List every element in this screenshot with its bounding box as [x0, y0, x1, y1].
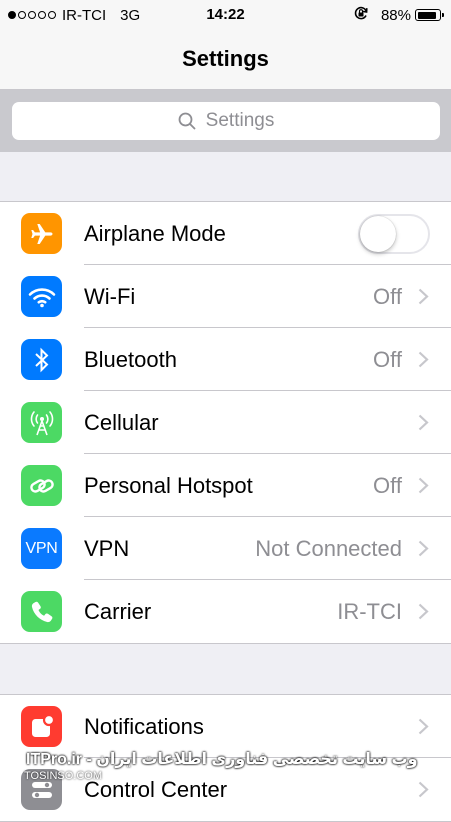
chevron-right-icon — [418, 718, 429, 735]
battery-fill — [417, 11, 436, 19]
row-wifi[interactable]: Wi-Fi Off — [0, 265, 451, 328]
page-title: Settings — [182, 46, 269, 71]
watermark: ITPro.ir - وب سایت تخصصی فناوری اطلاعات … — [26, 751, 418, 768]
bluetooth-label: Bluetooth — [84, 346, 177, 372]
notifications-label: Notifications — [84, 713, 204, 739]
airplane-icon — [21, 213, 62, 254]
search-input[interactable]: Settings — [12, 102, 440, 140]
personal-hotspot-status: Off — [373, 472, 402, 498]
row-bluetooth[interactable]: Bluetooth Off — [0, 328, 451, 391]
row-vpn[interactable]: VPN VPN Not Connected — [0, 517, 451, 580]
chevron-right-icon — [418, 288, 429, 305]
status-bar: IR-TCI 3G 14:22 88% — [0, 0, 451, 30]
phone-icon — [21, 591, 62, 632]
row-carrier[interactable]: Carrier IR-TCI — [0, 580, 451, 643]
battery-percent: 88% — [380, 6, 411, 24]
search-icon — [178, 112, 196, 130]
carrier-value: IR-TCI — [337, 598, 402, 624]
cellular-label: Cellular — [84, 409, 159, 435]
row-personal-hotspot[interactable]: Personal Hotspot Off — [0, 454, 451, 517]
vpn-label: VPN — [84, 535, 130, 561]
bluetooth-icon — [21, 339, 62, 380]
chevron-right-icon — [418, 781, 429, 798]
navigation-bar: Settings — [0, 30, 451, 90]
wifi-status: Off — [373, 283, 402, 309]
carrier-label: Carrier — [84, 598, 152, 624]
toggle-knob — [360, 216, 396, 252]
airplane-mode-toggle[interactable] — [358, 214, 430, 254]
chevron-right-icon — [418, 414, 429, 431]
hotspot-chain-icon — [21, 465, 62, 506]
cellular-antenna-icon — [21, 402, 62, 443]
chevron-right-icon — [418, 540, 429, 557]
connectivity-group: Airplane Mode Wi-Fi Off Bluetooth Off Ce… — [0, 201, 451, 644]
personal-hotspot-label: Personal Hotspot — [84, 472, 253, 498]
vpn-status: Not Connected — [255, 535, 402, 561]
search-area: Settings — [0, 90, 451, 152]
wifi-label: Wi-Fi — [84, 283, 136, 309]
chevron-right-icon — [418, 477, 429, 494]
control-center-label: Control Center — [84, 776, 228, 802]
status-right: 88% — [353, 5, 444, 25]
row-airplane-mode: Airplane Mode — [0, 202, 451, 265]
chevron-right-icon — [418, 351, 429, 368]
vpn-icon: VPN — [21, 528, 62, 569]
chevron-right-icon — [418, 603, 429, 620]
battery-icon — [415, 9, 444, 21]
row-cellular[interactable]: Cellular — [0, 391, 451, 454]
airplane-mode-label: Airplane Mode — [84, 220, 226, 246]
wifi-icon — [21, 276, 62, 317]
rotation-lock-icon — [353, 5, 369, 25]
bluetooth-status: Off — [373, 346, 402, 372]
notifications-icon — [21, 706, 62, 747]
watermark-small: TOSINSO.COM — [24, 770, 103, 782]
search-placeholder: Settings — [205, 110, 275, 131]
